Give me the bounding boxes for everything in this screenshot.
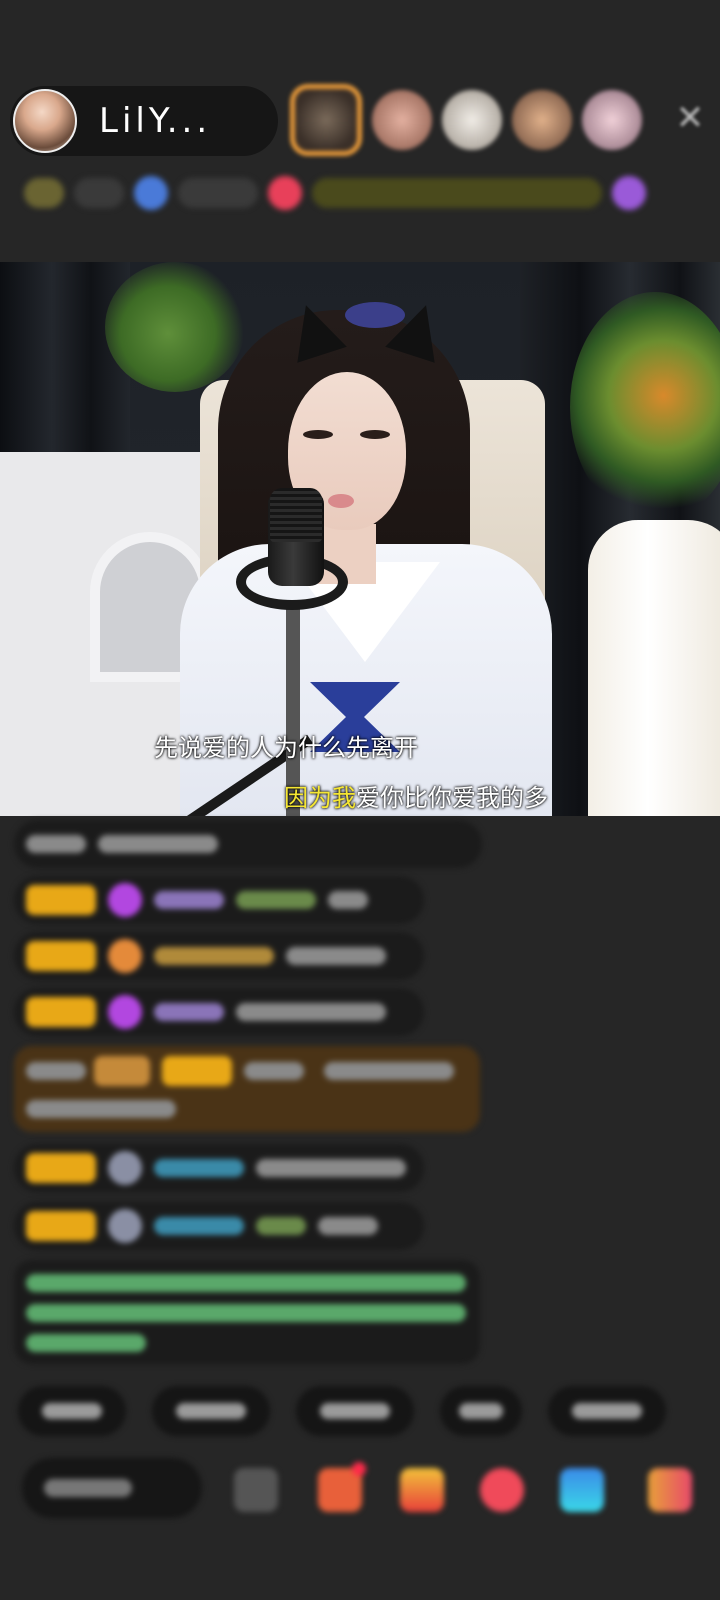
heart-gift-icon[interactable] <box>480 1468 524 1512</box>
chat-text <box>324 1062 454 1080</box>
chat-text <box>236 1003 386 1021</box>
notice-text <box>26 1304 466 1322</box>
gem-icon <box>108 883 142 917</box>
lyric-highlight: 因为我 <box>284 784 356 812</box>
quick-reply-chip[interactable] <box>18 1386 126 1436</box>
chat-username <box>154 1003 224 1021</box>
stat-chip <box>24 178 64 208</box>
viewer-avatar-5[interactable] <box>582 90 642 150</box>
quick-reply-chip[interactable] <box>296 1386 414 1436</box>
comment-input[interactable] <box>22 1458 202 1518</box>
fan-icon <box>108 939 142 973</box>
top-viewer-avatar-1[interactable] <box>290 84 362 156</box>
chat-text <box>26 1100 176 1118</box>
mic-grill <box>270 488 322 542</box>
avatar-icon <box>108 1209 142 1243</box>
level-badge <box>26 885 96 915</box>
level-badge <box>94 1056 150 1086</box>
viewer-avatar-4[interactable] <box>512 90 572 150</box>
game-icon[interactable] <box>560 1468 604 1512</box>
emoji-icon[interactable] <box>234 1468 278 1512</box>
gem-icon <box>108 995 142 1029</box>
notice-text <box>26 1274 466 1292</box>
gift-rank-icon[interactable] <box>268 176 302 210</box>
chat-text <box>256 1159 406 1177</box>
rank-icon[interactable] <box>134 176 168 210</box>
lyric-line-2: 因为我爱你比你爱我的多 <box>284 778 548 813</box>
chat-text <box>244 1062 304 1080</box>
chat-username <box>154 947 274 965</box>
chat-username <box>236 891 316 909</box>
chat-username <box>256 1217 306 1235</box>
lips <box>328 494 354 508</box>
chip-label <box>42 1403 102 1419</box>
chip-label <box>572 1403 642 1419</box>
chat-username <box>154 1217 244 1235</box>
chat-text <box>286 947 386 965</box>
lyric-rest: 爱你比你爱我的多 <box>356 784 548 812</box>
chat-text <box>98 835 218 853</box>
level-badge <box>26 941 96 971</box>
chat-text <box>328 891 368 909</box>
host-name: LilY... <box>99 101 212 141</box>
level-badge <box>26 997 96 1027</box>
host-info-pill[interactable]: LilY... <box>10 86 278 156</box>
chat-message <box>14 876 424 924</box>
quick-reply-row <box>18 1386 666 1436</box>
plant-left <box>105 262 245 392</box>
chat-message <box>14 1144 424 1192</box>
chat-message <box>14 820 482 868</box>
gift-banner-message <box>14 1046 480 1132</box>
quick-reply-chip[interactable] <box>440 1386 522 1436</box>
event-icon[interactable] <box>612 176 646 210</box>
quick-reply-chip[interactable] <box>152 1386 270 1436</box>
lyric-line-1: 先说爱的人为什么先离开 <box>154 734 418 762</box>
chat-message <box>14 1202 424 1250</box>
chip-label <box>459 1403 503 1419</box>
chat-text <box>318 1217 378 1235</box>
chat-text <box>26 835 86 853</box>
eye-left <box>303 430 333 439</box>
chat-message <box>14 988 424 1036</box>
comment-placeholder <box>44 1479 132 1497</box>
chat-message <box>14 932 424 980</box>
floor-lamp <box>588 520 720 816</box>
system-notice <box>14 1260 480 1364</box>
stat-chip <box>74 178 124 208</box>
more-apps-icon[interactable] <box>648 1468 692 1512</box>
chip-label <box>176 1403 246 1419</box>
eye-right <box>360 430 390 439</box>
quick-reply-chip[interactable] <box>548 1386 666 1436</box>
stat-chip <box>178 178 258 208</box>
close-icon[interactable]: ✕ <box>672 100 708 136</box>
chat-text <box>26 1062 86 1080</box>
top-viewer-list <box>290 84 642 156</box>
viewer-avatar-2[interactable] <box>372 90 432 150</box>
host-avatar[interactable] <box>13 89 77 153</box>
fan-badge <box>162 1056 232 1086</box>
level-badge <box>26 1211 96 1241</box>
bottom-action-bar <box>22 1458 712 1522</box>
gift-box-icon[interactable] <box>400 1468 444 1512</box>
promo-chip[interactable] <box>312 178 602 208</box>
room-stats-row <box>24 170 704 216</box>
chip-label <box>320 1403 390 1419</box>
viewer-avatar-3[interactable] <box>442 90 502 150</box>
notification-dot <box>352 1462 366 1476</box>
chat-username <box>154 891 224 909</box>
background-curtain <box>0 262 130 462</box>
notice-text <box>26 1334 146 1352</box>
level-badge <box>26 1153 96 1183</box>
chat-username <box>154 1159 244 1177</box>
avatar-icon <box>108 1151 142 1185</box>
hair-bow <box>345 302 405 328</box>
